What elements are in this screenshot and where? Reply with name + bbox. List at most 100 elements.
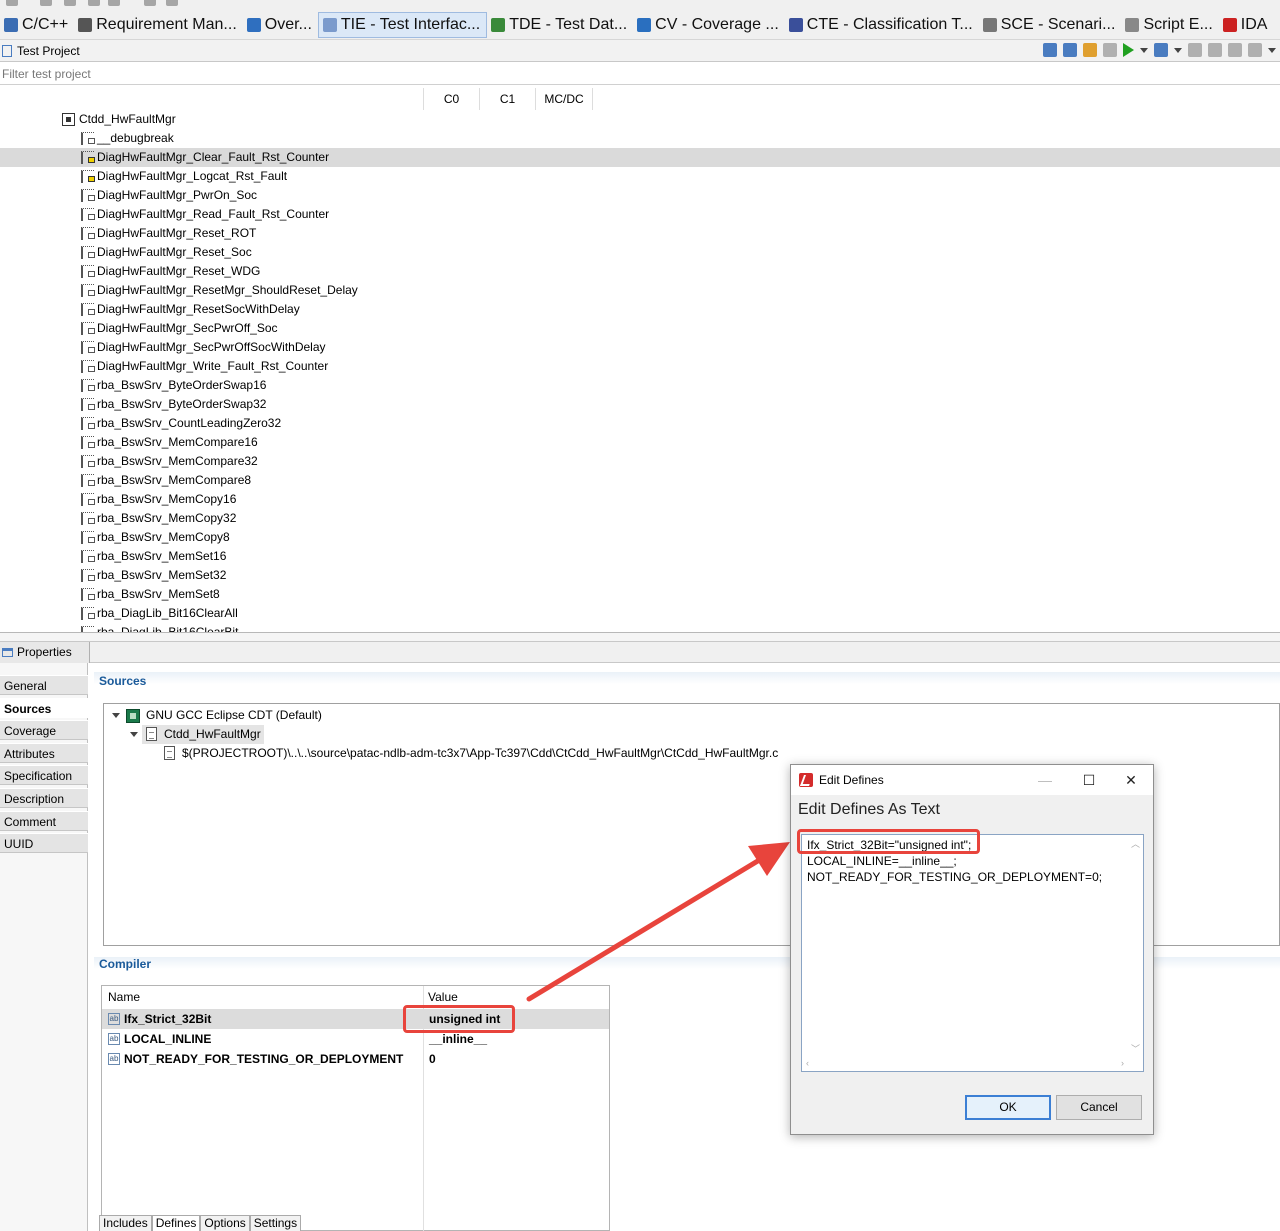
scroll-right-icon[interactable]: › xyxy=(1121,1058,1124,1068)
view-splitter[interactable] xyxy=(0,632,1280,642)
perspective-tab[interactable]: Over... xyxy=(243,12,318,38)
perspective-tab[interactable]: TIE - Test Interfac... xyxy=(317,11,488,38)
tree-item-label: rba_DiagLib_Bit16ClearAll xyxy=(97,606,238,620)
coverage-run-icon[interactable] xyxy=(1154,43,1168,57)
scroll-down-icon[interactable]: ﹀ xyxy=(1131,1042,1140,1055)
perspective-tab[interactable]: SCE - Scenari... xyxy=(979,12,1122,38)
minimize-view-icon[interactable] xyxy=(1208,43,1222,57)
tree-item[interactable]: DiagHwFaultMgr_SecPwrOff_Soc xyxy=(0,319,1280,338)
run-dropdown-icon[interactable] xyxy=(1140,47,1148,53)
tree-item[interactable]: rba_BswSrv_CountLeadingZero32 xyxy=(0,414,1280,433)
refresh-icon[interactable] xyxy=(1103,43,1117,57)
tab-includes[interactable]: Includes xyxy=(99,1215,152,1231)
tree-item[interactable]: rba_BswSrv_MemCopy8 xyxy=(0,528,1280,547)
nav-item-uuid[interactable]: UUID xyxy=(0,833,88,854)
nav-item-comment[interactable]: Comment xyxy=(0,810,88,831)
ok-button[interactable]: OK xyxy=(965,1095,1051,1120)
tree-item[interactable]: rba_BswSrv_MemSet16 xyxy=(0,547,1280,566)
source-file-row[interactable]: $(PROJECTROOT)\..\..\source\patac-ndlb-a… xyxy=(104,744,1279,763)
compiler-node[interactable]: GNU GCC Eclipse CDT (Default) xyxy=(104,706,1279,725)
cte-icon xyxy=(788,17,803,32)
tree-item[interactable]: DiagHwFaultMgr_ResetMgr_ShouldReset_Dela… xyxy=(0,281,1280,300)
tree-item[interactable]: rba_BswSrv_MemCompare32 xyxy=(0,452,1280,471)
tree-item[interactable]: DiagHwFaultMgr_Reset_ROT xyxy=(0,224,1280,243)
tree-item[interactable]: DiagHwFaultMgr_PwrOn_Soc xyxy=(0,186,1280,205)
import-icon[interactable] xyxy=(1043,43,1057,57)
tab-properties[interactable]: Properties xyxy=(0,642,90,663)
tab-settings[interactable]: Settings xyxy=(249,1215,302,1231)
tree-item[interactable]: __debugbreak xyxy=(0,129,1280,148)
tree-item-label: DiagHwFaultMgr_PwrOn_Soc xyxy=(97,188,258,202)
view-title: Test Project xyxy=(17,43,80,58)
tree-item[interactable]: rba_BswSrv_ByteOrderSwap16 xyxy=(0,376,1280,395)
filter-input[interactable] xyxy=(0,63,1280,84)
column-c0[interactable]: C0 xyxy=(423,88,479,110)
define-row[interactable]: ab Ifx_Strict_32Bit unsigned int xyxy=(102,1009,609,1029)
tree-root-module[interactable]: Ctdd_HwFaultMgr xyxy=(0,110,1280,129)
perspective-tab[interactable]: CV - Coverage ... xyxy=(633,12,785,38)
tree-item[interactable]: rba_BswSrv_MemCompare16 xyxy=(0,433,1280,452)
scroll-up-icon[interactable]: ︿ xyxy=(1131,837,1140,850)
nav-item-coverage[interactable]: Coverage xyxy=(0,720,88,741)
settings-icon[interactable] xyxy=(1188,43,1202,57)
tree-item[interactable]: DiagHwFaultMgr_Clear_Fault_Rst_Counter xyxy=(0,148,1280,167)
export-icon[interactable] xyxy=(1063,43,1077,57)
dialog-titlebar[interactable]: Edit Defines — ☐ ✕ xyxy=(791,765,1153,795)
tab-options[interactable]: Options xyxy=(200,1215,250,1231)
tree-item[interactable]: DiagHwFaultMgr_Reset_Soc xyxy=(0,243,1280,262)
restore-view-icon[interactable] xyxy=(1228,43,1242,57)
tree-item[interactable]: DiagHwFaultMgr_SecPwrOffSocWithDelay xyxy=(0,338,1280,357)
tab-defines[interactable]: Defines xyxy=(151,1215,201,1231)
tree-item-label: rba_BswSrv_ByteOrderSwap32 xyxy=(97,397,267,411)
tree-item[interactable]: rba_DiagLib_Bit16ClearBit xyxy=(0,623,1280,632)
module-node[interactable]: Ctdd_HwFaultMgr xyxy=(104,725,1279,744)
perspective-tab[interactable]: Script E... xyxy=(1121,12,1218,38)
delete-icon[interactable] xyxy=(1248,43,1262,57)
function-icon xyxy=(81,284,95,297)
tree-item[interactable]: rba_BswSrv_MemCopy32 xyxy=(0,509,1280,528)
tree-item[interactable]: DiagHwFaultMgr_Read_Fault_Rst_Counter xyxy=(0,205,1280,224)
horizontal-scrollbar[interactable]: ‹ › xyxy=(802,1056,1128,1071)
tree-item[interactable]: rba_DiagLib_Bit16ClearAll xyxy=(0,604,1280,623)
tree-item[interactable]: rba_BswSrv_MemCompare8 xyxy=(0,471,1280,490)
nav-item-description[interactable]: Description xyxy=(0,788,88,808)
tree-item[interactable]: rba_BswSrv_MemSet32 xyxy=(0,566,1280,585)
define-row[interactable]: ab NOT_READY_FOR_TESTING_OR_DEPLOYMENT 0 xyxy=(102,1049,609,1069)
tree-item[interactable]: DiagHwFaultMgr_Logcat_Rst_Fault xyxy=(0,167,1280,186)
nav-item-sources[interactable]: Sources xyxy=(0,697,88,718)
column-mcdc[interactable]: MC/DC xyxy=(535,88,593,110)
tree-item[interactable]: DiagHwFaultMgr_ResetSocWithDelay xyxy=(0,300,1280,319)
chevron-down-icon[interactable] xyxy=(130,732,138,737)
vertical-scrollbar[interactable]: ︿ ﹀ xyxy=(1128,835,1143,1057)
scroll-left-icon[interactable]: ‹ xyxy=(806,1058,809,1068)
tree-item[interactable]: DiagHwFaultMgr_Write_Fault_Rst_Counter xyxy=(0,357,1280,376)
nav-item-attributes[interactable]: Attributes xyxy=(0,742,88,763)
perspective-tab[interactable]: IDA xyxy=(1219,12,1274,38)
run-icon[interactable] xyxy=(1123,43,1134,57)
view-icon xyxy=(2,44,12,57)
tree-item[interactable]: rba_BswSrv_MemCopy16 xyxy=(0,490,1280,509)
maximize-button[interactable]: ☐ xyxy=(1067,765,1111,795)
perspective-tab[interactable]: CTE - Classification T... xyxy=(785,12,979,38)
define-row[interactable]: ab LOCAL_INLINE __inline__ xyxy=(102,1029,609,1049)
close-button[interactable]: ✕ xyxy=(1109,765,1153,795)
cancel-button[interactable]: Cancel xyxy=(1056,1095,1142,1120)
perspective-tab[interactable]: TDE - Test Dat... xyxy=(487,12,633,38)
tab-test-project[interactable]: Test Project xyxy=(0,44,80,58)
package-icon[interactable] xyxy=(1083,43,1097,57)
coverage-dropdown-icon[interactable] xyxy=(1174,47,1182,53)
view-menu-icon[interactable] xyxy=(1268,47,1276,53)
minimize-button[interactable]: — xyxy=(1023,765,1067,795)
column-name[interactable]: Name xyxy=(108,986,140,1008)
nav-item-specification[interactable]: Specification xyxy=(0,765,88,786)
tree-item[interactable]: DiagHwFaultMgr_Reset_WDG xyxy=(0,262,1280,281)
tree-item[interactable]: rba_BswSrv_ByteOrderSwap32 xyxy=(0,395,1280,414)
tree-item[interactable]: rba_BswSrv_MemSet8 xyxy=(0,585,1280,604)
defines-text-area[interactable]: Ifx_Strict_32Bit="unsigned int"; LOCAL_I… xyxy=(801,834,1144,1072)
column-c1[interactable]: C1 xyxy=(479,88,535,110)
perspective-tab[interactable]: C/C++ xyxy=(0,12,74,38)
perspective-tab[interactable]: Requirement Man... xyxy=(74,12,243,38)
string-type-icon: ab xyxy=(108,1053,120,1065)
nav-item-general[interactable]: General xyxy=(0,675,88,695)
chevron-down-icon[interactable] xyxy=(112,713,120,718)
